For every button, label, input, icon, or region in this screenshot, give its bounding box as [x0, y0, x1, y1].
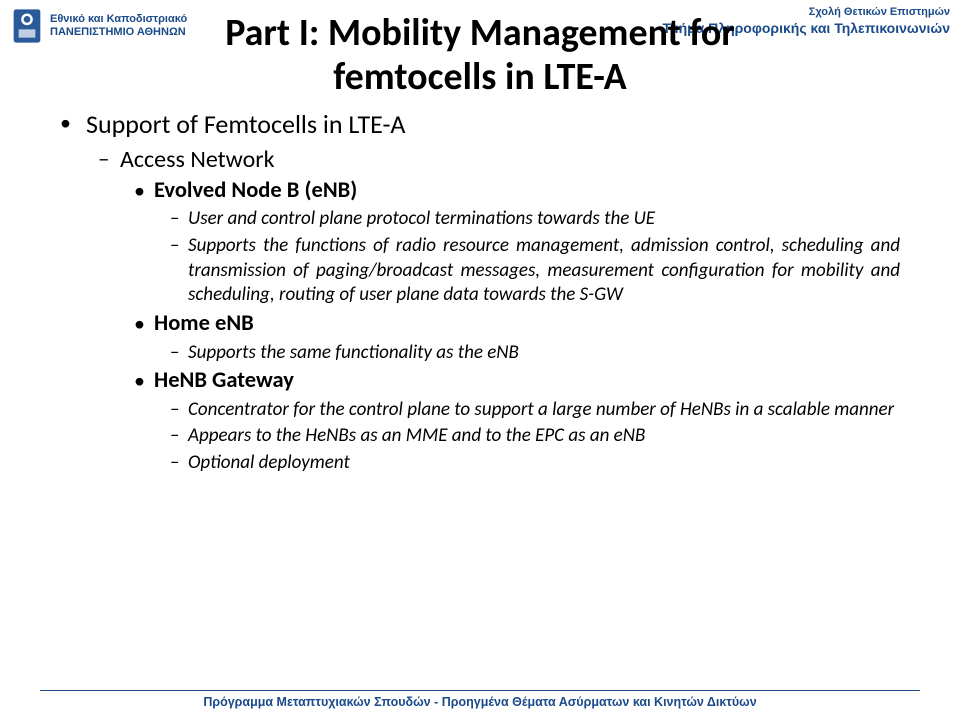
- bullet-dot-icon: •: [134, 367, 154, 396]
- bullet-level4: – Appears to the HeNBs as an MME and to …: [170, 424, 900, 449]
- bullet-text: Access Network: [120, 145, 275, 175]
- bullet-text: Evolved Node B (eNB): [154, 177, 357, 206]
- university-name: Εθνικό και Καποδιστριακό ΠΑΝΕΠΙΣΤΗΜΙΟ ΑΘ…: [50, 13, 187, 39]
- bullet-text: HeNB Gateway: [154, 367, 294, 396]
- bullet-text: Support of Femtocells in LTE-A: [86, 109, 405, 140]
- bullet-level3: • Home eNB: [134, 310, 900, 339]
- bullet-text: Optional deployment: [188, 451, 350, 476]
- header-left: Εθνικό και Καποδιστριακό ΠΑΝΕΠΙΣΤΗΜΙΟ ΑΘ…: [10, 6, 187, 46]
- bullet-text: Concentrator for the control plane to su…: [188, 398, 894, 423]
- bullet-dash-icon: –: [170, 234, 188, 308]
- title-line2: femtocells in LTE-A: [333, 54, 626, 100]
- bullet-text: Supports the functions of radio resource…: [188, 234, 900, 308]
- university-logo-icon: [10, 6, 44, 46]
- bullet-level3: • HeNB Gateway: [134, 367, 900, 396]
- bullet-dot-icon: •: [134, 177, 154, 206]
- title-line1: Part I: Mobility Management for: [225, 10, 735, 56]
- bullet-level4: – Supports the same functionality as the…: [170, 341, 900, 366]
- bullet-level4: – Concentrator for the control plane to …: [170, 398, 900, 423]
- bullet-level3: • Evolved Node B (eNB): [134, 177, 900, 206]
- bullet-dash-icon: –: [170, 341, 188, 366]
- bullet-dot-icon: •: [134, 310, 154, 339]
- bullet-dash-icon: –: [170, 451, 188, 476]
- slide-footer: Πρόγραμμα Μεταπτυχιακών Σπουδών - Προηγμ…: [0, 690, 960, 709]
- footer-text: Πρόγραμμα Μεταπτυχιακών Σπουδών - Προηγμ…: [0, 695, 960, 709]
- uni-line1: Εθνικό και Καποδιστριακό: [50, 13, 187, 26]
- bullet-dash-icon: –: [170, 207, 188, 232]
- bullet-dot-icon: •: [60, 109, 86, 140]
- bullet-level4: – Optional deployment: [170, 451, 900, 476]
- bullet-dash-icon: –: [170, 424, 188, 449]
- bullet-level2: – Access Network: [98, 145, 900, 175]
- bullet-level4: – Supports the functions of radio resour…: [170, 234, 900, 308]
- bullet-text: Supports the same functionality as the e…: [188, 341, 519, 366]
- slide-content: • Support of Femtocells in LTE-A – Acces…: [0, 99, 960, 475]
- bullet-text: User and control plane protocol terminat…: [188, 207, 655, 232]
- bullet-dash-icon: –: [170, 398, 188, 423]
- bullet-text: Home eNB: [154, 310, 254, 339]
- bullet-level1: • Support of Femtocells in LTE-A: [60, 109, 900, 140]
- uni-line2: ΠΑΝΕΠΙΣΤΗΜΙΟ ΑΘΗΝΩΝ: [50, 26, 187, 39]
- footer-divider: [40, 690, 920, 691]
- bullet-text: Appears to the HeNBs as an MME and to th…: [188, 424, 645, 449]
- bullet-level4: – User and control plane protocol termin…: [170, 207, 900, 232]
- bullet-dash-icon: –: [98, 145, 120, 175]
